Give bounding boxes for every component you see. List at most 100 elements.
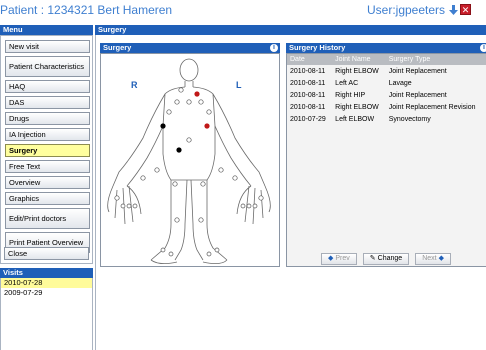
joint-marker[interactable] (178, 87, 184, 93)
menu-item-ia-injection[interactable]: IA Injection (5, 128, 90, 141)
joint-marker[interactable] (186, 99, 192, 105)
joint-marker[interactable] (206, 251, 212, 257)
joint-marker[interactable] (160, 247, 166, 253)
body-diagram[interactable]: R L (101, 54, 279, 266)
table-row[interactable]: 2010-08-11 Left AC Lavage (287, 77, 486, 89)
menu-item-surgery[interactable]: Surgery (5, 144, 90, 157)
joint-marker[interactable] (186, 137, 192, 143)
joint-marker[interactable] (252, 203, 258, 209)
cell-joint-name: Left ELBOW (335, 115, 375, 123)
cell-joint-name: Right ELBOW (335, 67, 379, 75)
joint-marker[interactable] (206, 109, 212, 115)
joint-marker[interactable] (154, 167, 160, 173)
menu-item-drugs[interactable]: Drugs (5, 112, 90, 125)
joint-marker[interactable] (198, 99, 204, 105)
table-row[interactable]: 2010-08-11 Right ELBOW Joint Replacement… (287, 101, 486, 113)
joint-marker[interactable] (174, 99, 180, 105)
joint-marker[interactable] (232, 175, 238, 181)
next-label: Next (422, 255, 437, 262)
menu-item-free-text[interactable]: Free Text (5, 160, 90, 173)
joint-marker-red[interactable] (204, 123, 210, 129)
table-row[interactable]: 2010-07-29 Left ELBOW Synovectomy (287, 113, 486, 125)
close-icon[interactable]: ✕ (460, 4, 471, 15)
menu-item-haq[interactable]: HAQ (5, 80, 90, 93)
joint-marker-red[interactable] (194, 91, 200, 97)
joint-marker[interactable] (246, 203, 252, 209)
prev-label: Prev (335, 255, 350, 262)
visit-item[interactable]: 2010-07-28 (1, 278, 92, 288)
menu-item-das[interactable]: DAS (5, 96, 90, 109)
cell-date: 2010-08-11 (290, 103, 326, 111)
column-header-surgery-type[interactable]: Surgery Type (385, 54, 486, 65)
joint-marker-black[interactable] (160, 123, 166, 129)
joint-marker[interactable] (214, 247, 220, 253)
joint-marker[interactable] (174, 217, 180, 223)
change-button[interactable]: ✎ Change (362, 253, 410, 265)
right-side-label: R (131, 80, 138, 90)
joint-marker[interactable] (114, 195, 120, 201)
cell-surgery-type: Joint Replacement Revision (388, 103, 476, 111)
menu-item-graphics[interactable]: Graphics (5, 192, 90, 205)
menu-panel: New visit Patient Characteristics HAQ DA… (0, 35, 93, 264)
joint-marker[interactable] (120, 203, 126, 209)
visits-header: Visits (0, 268, 93, 278)
table-row[interactable]: 2010-08-11 Right ELBOW Joint Replacement (287, 65, 486, 77)
next-button[interactable]: Next ◆ (415, 253, 451, 265)
joint-marker[interactable] (168, 251, 174, 257)
cell-joint-name: Right HIP (335, 91, 366, 99)
cell-date: 2010-08-11 (290, 67, 326, 75)
history-panel-header: Surgery History i (286, 43, 486, 53)
cell-surgery-type: Joint Replacement (388, 91, 447, 99)
history-panel-title: Surgery History (289, 43, 346, 52)
cell-date: 2010-08-11 (290, 79, 326, 87)
history-panel: Date Joint Name Surgery Type 2010-08-11 … (286, 53, 486, 267)
history-table: Date Joint Name Surgery Type 2010-08-11 … (287, 54, 486, 125)
surgery-panel-title: Surgery (103, 43, 132, 52)
joint-marker[interactable] (218, 167, 224, 173)
menu-item-new-visit[interactable]: New visit (5, 40, 90, 53)
joint-marker[interactable] (200, 181, 206, 187)
history-pager: ◆ Prev ✎ Change Next ◆ (286, 252, 486, 266)
menu-item-edit-print-doctors[interactable]: Edit/Print doctors (5, 208, 90, 229)
table-row[interactable]: 2010-08-11 Right HIP Joint Replacement (287, 89, 486, 101)
info-icon[interactable]: i (270, 44, 278, 52)
menu-item-overview[interactable]: Overview (5, 176, 90, 189)
joint-markers (114, 87, 264, 257)
joint-marker[interactable] (132, 203, 138, 209)
joint-marker[interactable] (258, 195, 264, 201)
cell-date: 2010-08-11 (290, 91, 326, 99)
cell-surgery-type: Synovectomy (388, 115, 431, 123)
joint-marker[interactable] (126, 203, 132, 209)
cell-surgery-type: Joint Replacement (388, 67, 447, 75)
pencil-icon: ✎ (369, 255, 376, 262)
cell-date: 2010-07-29 (290, 115, 326, 123)
arrow-left-icon: ◆ (328, 255, 334, 262)
joint-marker[interactable] (172, 181, 178, 187)
menu-item-patient-characteristics[interactable]: Patient Characteristics (5, 56, 90, 77)
user-label: User:jgpeeters (367, 3, 446, 17)
cell-joint-name: Right ELBOW (335, 103, 379, 111)
left-side-label: L (236, 80, 242, 90)
cell-surgery-type: Lavage (388, 79, 412, 87)
info-icon[interactable]: i (480, 44, 486, 52)
surgery-panel: R L (100, 53, 280, 267)
joint-marker-black[interactable] (176, 147, 182, 153)
joint-marker[interactable] (240, 203, 246, 209)
menu-header: Menu (0, 25, 93, 35)
change-label: Change (377, 255, 403, 262)
download-icon[interactable] (449, 5, 458, 16)
column-header-date[interactable]: Date (287, 54, 333, 65)
menu-item-close[interactable]: Close (4, 247, 89, 260)
main-header: Surgery (95, 25, 486, 35)
visits-list: 2010-07-28 2009-07-29 (0, 278, 93, 350)
joint-marker[interactable] (140, 175, 146, 181)
cell-joint-name: Left AC (335, 79, 359, 87)
column-header-joint-name[interactable]: Joint Name (332, 54, 386, 65)
visit-item[interactable]: 2009-07-29 (1, 288, 92, 298)
joint-marker[interactable] (166, 109, 172, 115)
prev-button[interactable]: ◆ Prev (321, 253, 357, 265)
patient-title: Patient : 1234321 Bert Hameren (0, 3, 173, 17)
joint-marker[interactable] (198, 217, 204, 223)
table-header-row: Date Joint Name Surgery Type (287, 54, 486, 65)
arrow-right-icon: ◆ (438, 255, 444, 262)
